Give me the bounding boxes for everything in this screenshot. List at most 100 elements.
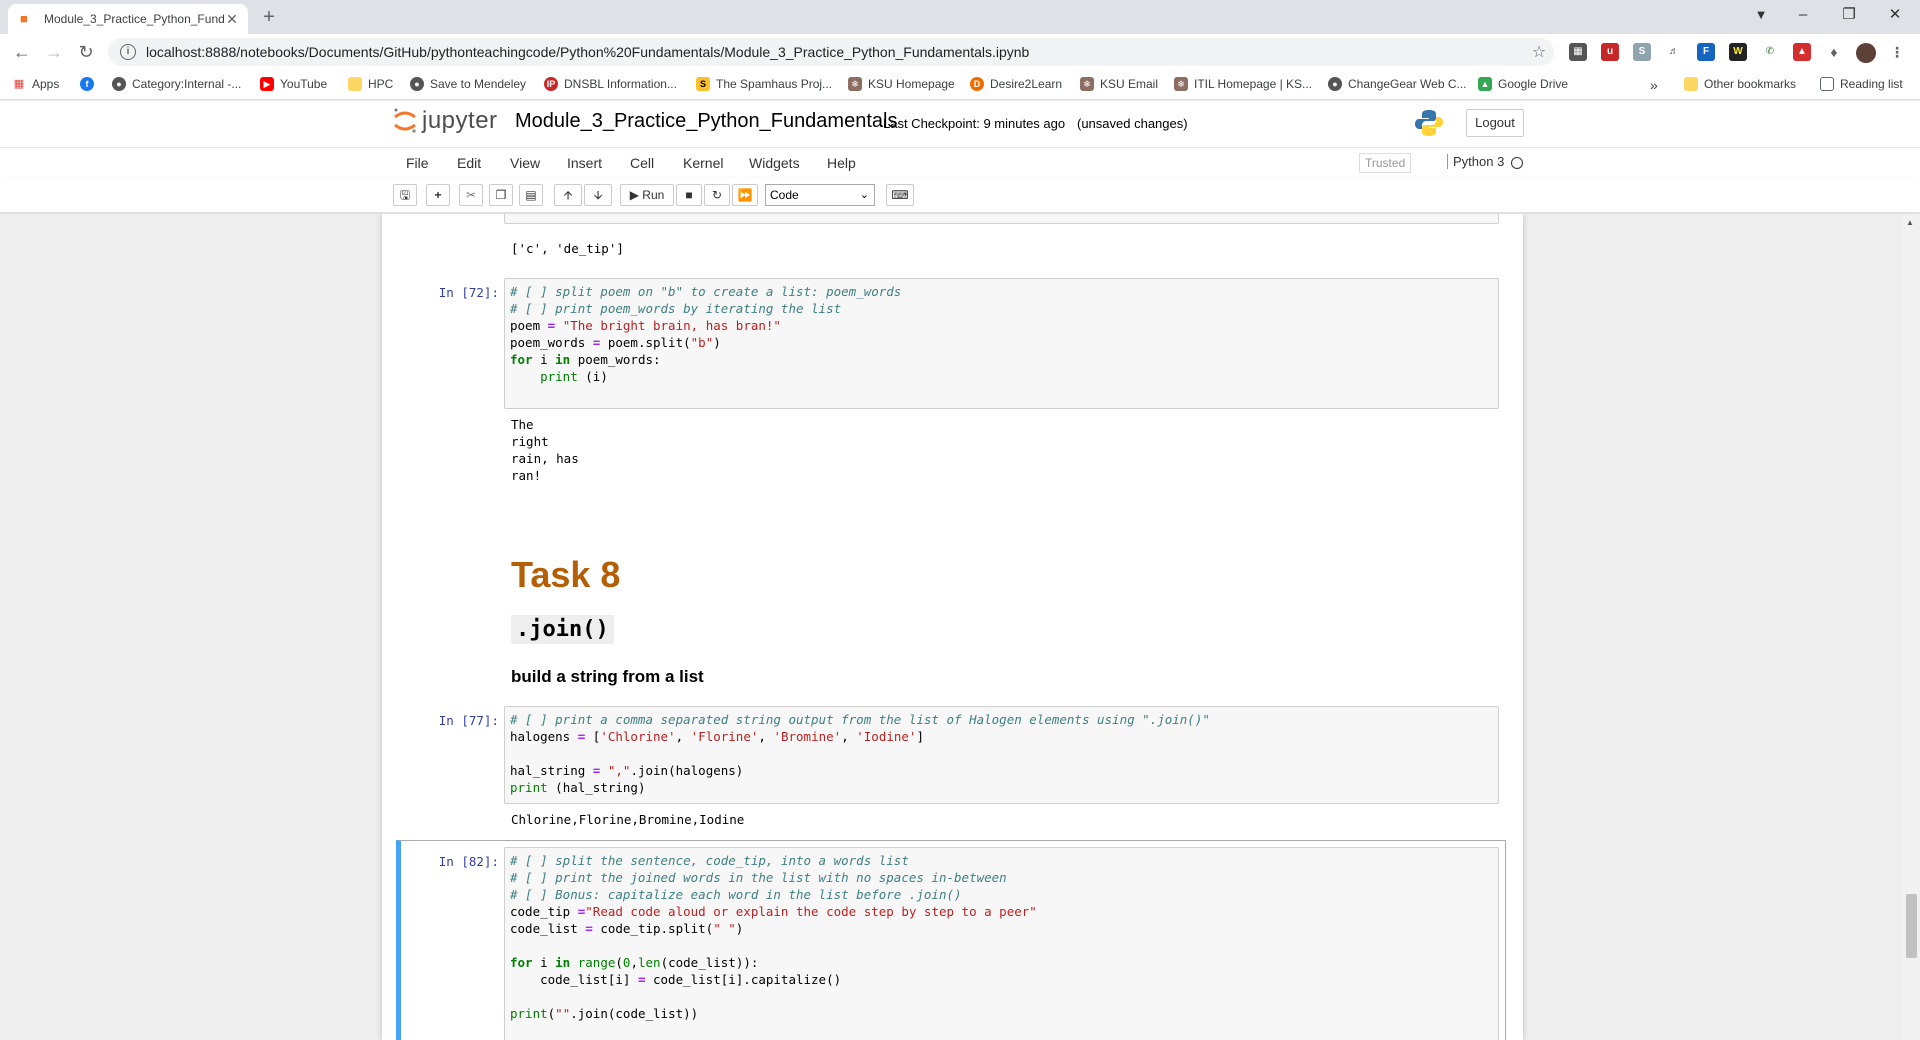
ksu-icon: ❄ [1080,77,1094,91]
browser-menu-icon[interactable]: ⋮ [1888,43,1906,61]
back-icon[interactable]: ← [10,41,34,65]
browser-tab[interactable]: ■ Module_3_Practice_Python_Fund... ✕ [8,4,248,34]
bookmark-category-internal[interactable]: ● Category:Internal -... [112,77,241,91]
bookmark-label: KSU Homepage [868,77,955,91]
spamhaus-icon: S [696,77,710,91]
close-tab-icon[interactable]: ✕ [224,11,240,28]
browser-tab-strip: ■ Module_3_Practice_Python_Fund... ✕ + ▼… [0,0,1920,34]
command-palette-icon[interactable]: ⌨ [886,184,914,206]
google-drive-icon: ▲ [1478,77,1492,91]
menu-view[interactable]: View [510,155,540,171]
notebook-container: ['c', 'de_tip'] In [72]: # [ ] split poe… [382,214,1523,1040]
bookmark-label: Save to Mendeley [430,77,527,91]
bookmark-youtube[interactable]: ▶ YouTube [260,77,327,91]
menu-help[interactable]: Help [827,155,856,171]
bookmark-facebook[interactable]: f [80,77,100,91]
bookmark-itil[interactable]: ❄ ITIL Homepage | KS... [1174,77,1312,91]
bookmark-label: Reading list [1840,77,1903,91]
extension-icon[interactable]: ▦ [1569,43,1587,61]
bookmark-label: Category:Internal -... [132,77,242,91]
extensions-puzzle-icon[interactable]: ♦ [1825,43,1843,61]
notebook-site: ['c', 'de_tip'] In [72]: # [ ] split poe… [0,214,1920,1040]
restart-run-all-icon[interactable]: ⏩ [732,184,758,206]
insert-cell-below-icon[interactable]: + [426,184,450,206]
minimize-icon[interactable]: – [1780,0,1826,32]
scrollbar-thumb[interactable] [1906,894,1917,958]
bookmark-ksu-email[interactable]: ❄ KSU Email [1080,77,1158,91]
menu-edit[interactable]: Edit [457,155,481,171]
reload-icon[interactable]: ↻ [74,41,98,65]
cell-type-select[interactable]: Code ⌄ [765,184,875,206]
bookmark-mendeley[interactable]: ● Save to Mendeley [410,77,526,91]
bookmark-label: Other bookmarks [1704,77,1797,91]
bookmark-spamhaus[interactable]: S The Spamhaus Proj... [696,77,832,91]
cell-output-previous: ['c', 'de_tip'] [511,241,624,256]
bookmarks-bar: ▦ Apps f ● Category:Internal -... ▶ YouT… [0,70,1920,100]
jupyter-logo[interactable]: jupyter [392,107,498,135]
bookmark-label: DNSBL Information... [564,77,677,91]
trusted-indicator[interactable]: Trusted [1359,153,1412,173]
shield-extension-icon[interactable]: ▲ [1793,43,1811,61]
bookmark-apps[interactable]: ▦ Apps [12,77,59,91]
menu-file[interactable]: File [406,155,429,171]
fve-extension-icon[interactable]: F [1697,43,1715,61]
logout-button[interactable]: Logout [1466,109,1524,137]
paste-icon[interactable]: ▤ [519,184,543,206]
folder-icon [1684,77,1698,91]
python-logo-icon [1415,110,1443,136]
bookmark-dnsbl[interactable]: IP DNSBL Information... [544,77,677,91]
reading-list-button[interactable]: Reading list [1820,77,1903,91]
audio-extension-icon[interactable]: ♬ [1665,43,1683,61]
window-close-icon[interactable]: ✕ [1872,0,1918,32]
tab-search-icon[interactable]: ▼ [1738,0,1784,32]
bookmark-ksu-homepage[interactable]: ❄ KSU Homepage [848,77,955,91]
run-label: Run [642,188,665,202]
browser-toolbar: ← → ↻ i localhost:8888/notebooks/Documen… [0,34,1920,70]
code-input-previous[interactable] [504,214,1499,224]
notebook-name[interactable]: Module_3_Practice_Python_Fundamentals [515,110,897,133]
jupyter-header: jupyter Module_3_Practice_Python_Fundame… [0,101,1920,147]
phone-extension-icon[interactable]: ✆ [1761,43,1779,61]
profile-avatar-icon[interactable] [1856,43,1876,63]
bookmark-label: ITIL Homepage | KS... [1194,77,1313,91]
menu-widgets[interactable]: Widgets [749,155,800,171]
wm-extension-icon[interactable]: W [1729,43,1747,61]
copy-icon[interactable]: ❐ [489,184,513,206]
bookmarks-overflow-button[interactable]: » [1650,77,1658,93]
new-tab-icon[interactable]: + [258,6,280,28]
site-info-icon[interactable]: i [120,44,136,60]
bookmark-changegear[interactable]: ● ChangeGear Web C... [1328,77,1467,91]
forward-icon[interactable]: → [42,41,66,65]
menu-kernel[interactable]: Kernel [683,155,723,171]
interrupt-icon[interactable]: ■ [676,184,702,206]
skype-icon[interactable]: S [1633,43,1651,61]
menu-cell[interactable]: Cell [630,155,654,171]
notebook-menubar: File Edit View Insert Cell Kernel Widget… [0,147,1920,177]
ublock-icon[interactable]: u [1601,43,1619,61]
bookmark-label: YouTube [280,77,328,91]
code-input-72[interactable]: # [ ] split poem on "b" to create a list… [504,278,1499,409]
bookmark-google-drive[interactable]: ▲ Google Drive [1478,77,1568,91]
move-down-icon[interactable]: 🡫 [584,184,612,206]
kernel-name[interactable]: Python 3 [1447,154,1504,169]
globe-icon: ● [1328,77,1342,91]
bookmark-desire2learn[interactable]: D Desire2Learn [970,77,1062,91]
restart-icon[interactable]: ↻ [704,184,730,206]
cut-icon[interactable]: ✂ [459,184,483,206]
run-button[interactable]: ▶ Run [620,184,674,206]
bookmark-hpc[interactable]: HPC [348,77,393,91]
join-subheading: build a string from a list [511,667,704,686]
restore-icon[interactable]: ❐ [1826,0,1872,32]
move-up-icon[interactable]: 🡩 [554,184,582,206]
address-bar[interactable]: i localhost:8888/notebooks/Documents/Git… [108,38,1554,66]
code-input-77[interactable]: # [ ] print a comma separated string out… [504,706,1499,804]
bookmark-label: Desire2Learn [990,77,1063,91]
scroll-up-icon[interactable]: ▲ [1906,218,1914,227]
page-scrollbar[interactable]: ▲ [1903,214,1920,1040]
code-input-82[interactable]: # [ ] split the sentence, code_tip, into… [504,847,1499,1040]
bookmark-star-icon[interactable]: ☆ [1524,42,1554,62]
menu-insert[interactable]: Insert [567,155,602,171]
save-icon[interactable]: 🖫 [393,184,417,206]
url-text: localhost:8888/notebooks/Documents/GitHu… [146,44,1030,60]
bookmark-other-bookmarks[interactable]: Other bookmarks [1684,77,1796,91]
